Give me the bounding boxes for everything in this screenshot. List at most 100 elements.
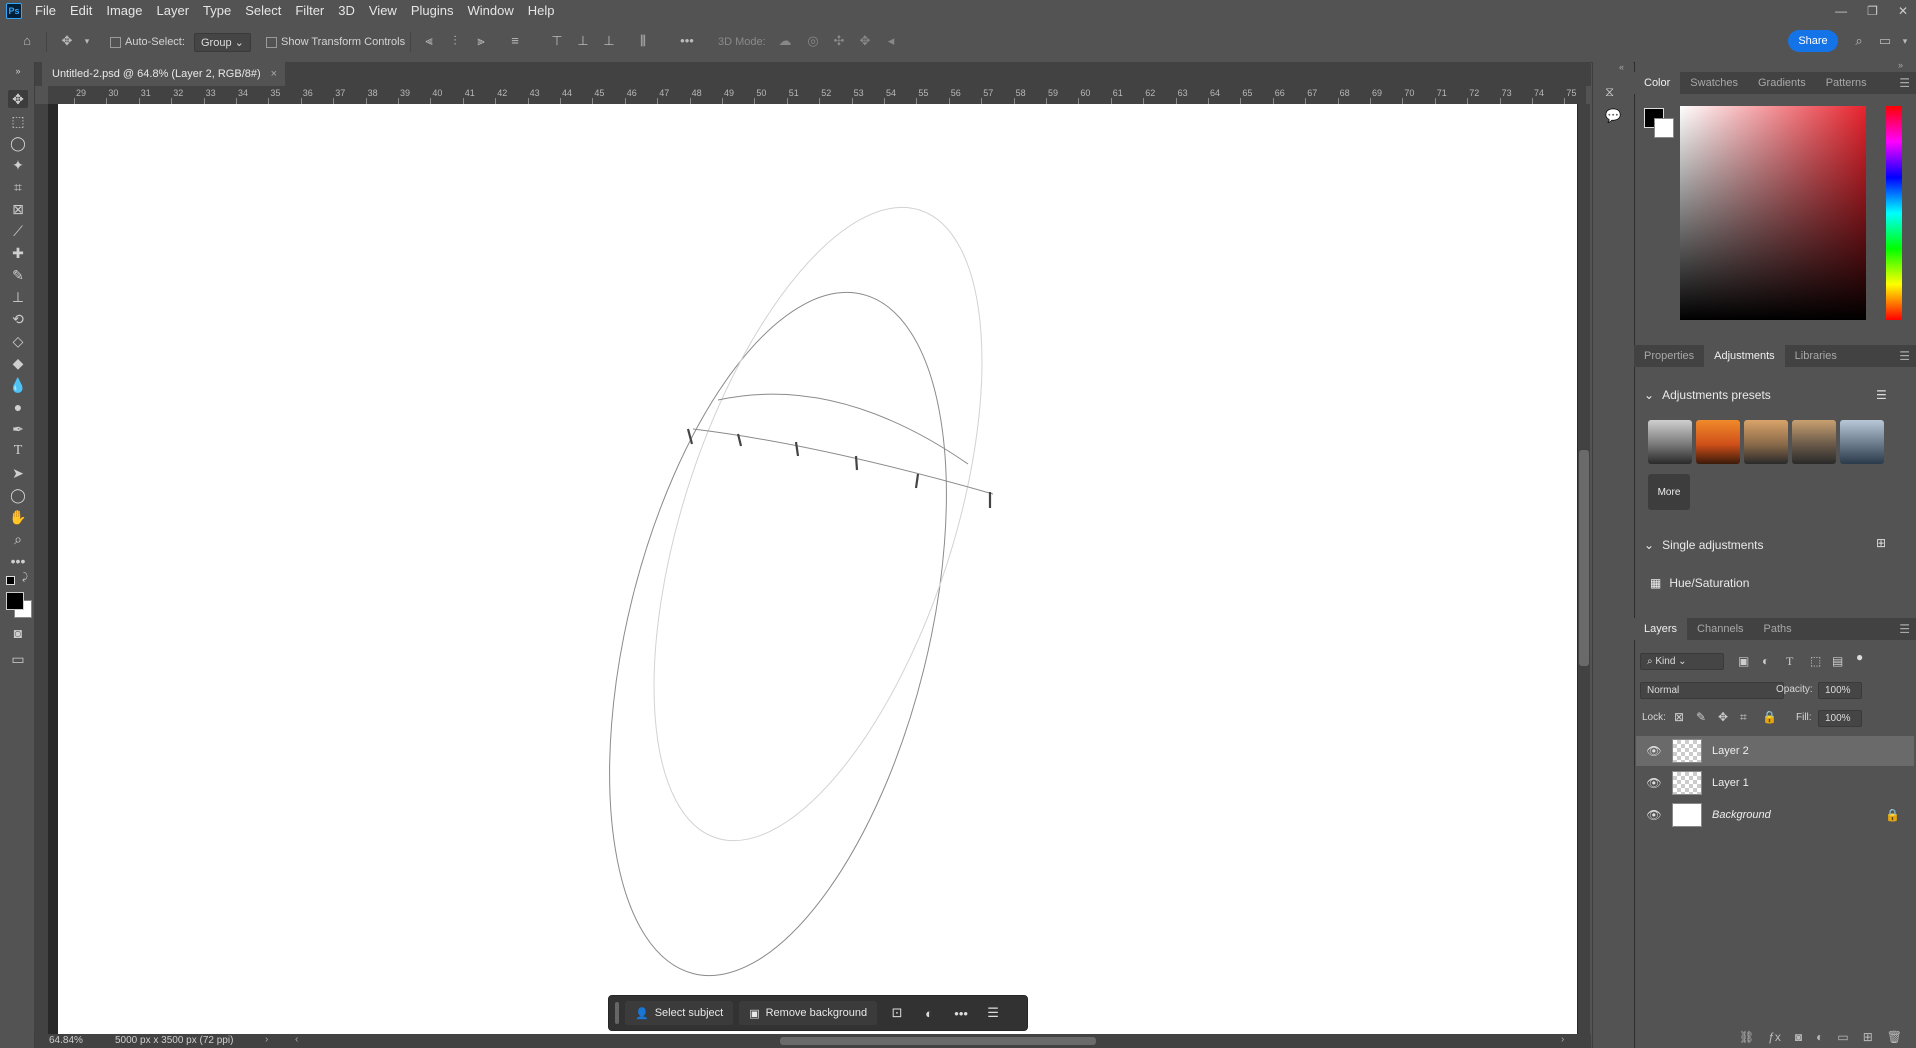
tab-adjustments[interactable]: Adjustments <box>1704 345 1785 367</box>
layer-style-icon[interactable]: ƒx <box>1768 1030 1781 1044</box>
filter-adjustment-icon[interactable]: ◐ <box>1762 654 1769 668</box>
menu-window[interactable]: Window <box>460 0 520 22</box>
quick-mask-icon[interactable]: ◙ <box>8 624 28 642</box>
new-adjustment-icon[interactable]: ◐ <box>1816 1030 1823 1044</box>
document-canvas[interactable] <box>58 104 1577 1034</box>
stamp-tool-icon[interactable]: ⊥ <box>8 288 28 306</box>
tab-gradients[interactable]: Gradients <box>1748 72 1816 94</box>
filter-toggle-icon[interactable]: ● <box>1856 650 1863 664</box>
tab-paths[interactable]: Paths <box>1754 618 1802 640</box>
menu-filter[interactable]: Filter <box>288 0 331 22</box>
lock-all-icon[interactable]: 🔒 <box>1762 710 1777 724</box>
new-group-icon[interactable]: ▭ <box>1837 1030 1848 1044</box>
paint-bucket-tool-icon[interactable]: ◆ <box>8 354 28 372</box>
visibility-eye-icon[interactable]: 👁 <box>1642 776 1666 790</box>
visibility-eye-icon[interactable]: 👁 <box>1642 744 1666 758</box>
screen-mode-icon[interactable]: ▭ <box>8 650 28 668</box>
share-button[interactable]: Share <box>1788 30 1838 52</box>
taskbar-drag-handle[interactable] <box>615 1002 619 1024</box>
filter-shape-icon[interactable]: ⬚ <box>1810 654 1821 668</box>
lock-transparency-icon[interactable]: ⊠ <box>1674 710 1684 724</box>
tab-layers[interactable]: Layers <box>1634 618 1688 640</box>
chevron-down-icon[interactable]: ▾ <box>80 34 94 48</box>
menu-file[interactable]: File <box>28 0 63 22</box>
visibility-eye-icon[interactable]: 👁 <box>1642 808 1666 822</box>
crop-tool-icon[interactable]: ⌗ <box>8 178 28 196</box>
collapse-toolbox-icon[interactable]: » <box>8 62 28 80</box>
search-icon[interactable]: ⌕ <box>1852 34 1866 48</box>
path-selection-tool-icon[interactable]: ➤ <box>8 464 28 482</box>
align-right-icon[interactable]: ⫸ <box>474 34 488 48</box>
layer-filter-kind[interactable]: ⌕ Kind ⌄ <box>1640 653 1724 670</box>
horizontal-scroll-thumb[interactable] <box>780 1037 1096 1045</box>
adjustment-item-hue-saturation[interactable]: ▦ Hue/Saturation <box>1650 576 1749 590</box>
frame-tool-icon[interactable]: ⊠ <box>8 200 28 218</box>
blend-mode-dropdown[interactable]: Normal <box>1640 682 1784 699</box>
home-icon[interactable]: ⌂ <box>20 34 34 48</box>
lock-artboard-icon[interactable]: ⌗ <box>1740 710 1747 725</box>
collapse-panels-icon[interactable]: « <box>1619 62 1624 72</box>
status-expand-icon[interactable]: › <box>265 1034 268 1045</box>
preset-thumbnail[interactable] <box>1744 420 1788 464</box>
type-tool-icon[interactable]: T <box>8 442 28 460</box>
zoom-tool-icon[interactable]: ⌕ <box>8 530 28 548</box>
eraser-tool-icon[interactable]: ◇ <box>8 332 28 350</box>
zoom-level[interactable]: 64.84% <box>49 1035 83 1046</box>
restore-icon[interactable]: ❐ <box>1867 4 1878 18</box>
tab-swatches[interactable]: Swatches <box>1680 72 1748 94</box>
scroll-right-icon[interactable]: › <box>1561 1034 1564 1045</box>
brush-tool-icon[interactable]: ✎ <box>8 266 28 284</box>
more-presets-button[interactable]: More <box>1648 474 1690 510</box>
auto-select-checkbox[interactable] <box>110 36 121 48</box>
show-transform-checkbox[interactable] <box>266 36 277 48</box>
panel-menu-icon[interactable]: ☰ <box>1899 622 1910 636</box>
auto-select-target-dropdown[interactable]: Group ⌄ <box>194 32 251 52</box>
delete-layer-icon[interactable]: 🗑 <box>1887 1030 1902 1044</box>
opacity-field[interactable]: 100% <box>1818 682 1862 699</box>
adjustments-presets-header[interactable]: ⌄ Adjustments presets <box>1644 388 1771 402</box>
filter-pixel-icon[interactable]: ▣ <box>1738 654 1749 668</box>
camera-3d-icon[interactable]: ◂ <box>884 34 898 48</box>
add-mask-icon[interactable]: ◙ <box>1795 1030 1802 1044</box>
preset-thumbnail[interactable] <box>1840 420 1884 464</box>
list-view-icon[interactable]: ☰ <box>1876 388 1887 402</box>
dodge-tool-icon[interactable]: ● <box>8 398 28 416</box>
panel-background-swatch[interactable] <box>1654 118 1674 138</box>
comments-panel-icon[interactable]: 💬 <box>1605 108 1621 124</box>
layer-row-layer-2[interactable]: 👁 Layer 2 <box>1636 736 1914 766</box>
magic-wand-tool-icon[interactable]: ✦ <box>8 156 28 174</box>
pan-3d-icon[interactable]: ✣ <box>832 34 846 48</box>
lock-position-icon[interactable]: ✥ <box>1718 710 1728 724</box>
history-brush-tool-icon[interactable]: ⟲ <box>8 310 28 328</box>
eyedropper-tool-icon[interactable]: ⟋ <box>8 222 28 240</box>
menu-type[interactable]: Type <box>196 0 238 22</box>
select-subject-button[interactable]: 👤 Select subject <box>625 1001 734 1025</box>
single-adjustments-header[interactable]: ⌄ Single adjustments <box>1644 538 1763 552</box>
lock-pixels-icon[interactable]: ✎ <box>1696 710 1706 724</box>
move-tool-icon[interactable]: ✥ <box>8 90 28 108</box>
marquee-tool-icon[interactable]: ⬚ <box>8 112 28 130</box>
tab-libraries[interactable]: Libraries <box>1785 345 1847 367</box>
ellipse-tool-icon[interactable]: ◯ <box>8 486 28 504</box>
menu-image[interactable]: Image <box>99 0 149 22</box>
workspace-icon[interactable]: ▭ <box>1878 34 1892 48</box>
layer-row-background[interactable]: 👁 Background 🔒 <box>1636 800 1914 830</box>
scroll-left-icon[interactable]: ‹ <box>295 1034 298 1045</box>
close-tab-icon[interactable]: × <box>271 68 277 80</box>
menu-select[interactable]: Select <box>238 0 288 22</box>
menu-3d[interactable]: 3D <box>331 0 362 22</box>
color-picker-field[interactable] <box>1680 106 1866 320</box>
align-top-icon[interactable]: ⊤ <box>550 34 564 48</box>
panel-menu-icon[interactable]: ☰ <box>1899 76 1910 90</box>
blur-tool-icon[interactable]: 💧 <box>8 376 28 394</box>
menu-help[interactable]: Help <box>521 0 562 22</box>
taskbar-settings-icon[interactable]: ☰ <box>981 1001 1005 1025</box>
new-layer-icon[interactable]: ⊞ <box>1863 1030 1873 1044</box>
tab-patterns[interactable]: Patterns <box>1816 72 1877 94</box>
filter-type-icon[interactable]: T <box>1786 654 1793 669</box>
orbit-3d-icon[interactable]: ☁ <box>778 34 792 48</box>
filter-smart-object-icon[interactable]: ▤ <box>1832 654 1843 668</box>
edit-toolbar-icon[interactable]: ••• <box>8 552 28 570</box>
tab-properties[interactable]: Properties <box>1634 345 1704 367</box>
transform-selection-icon[interactable]: ⊡ <box>885 1001 909 1025</box>
